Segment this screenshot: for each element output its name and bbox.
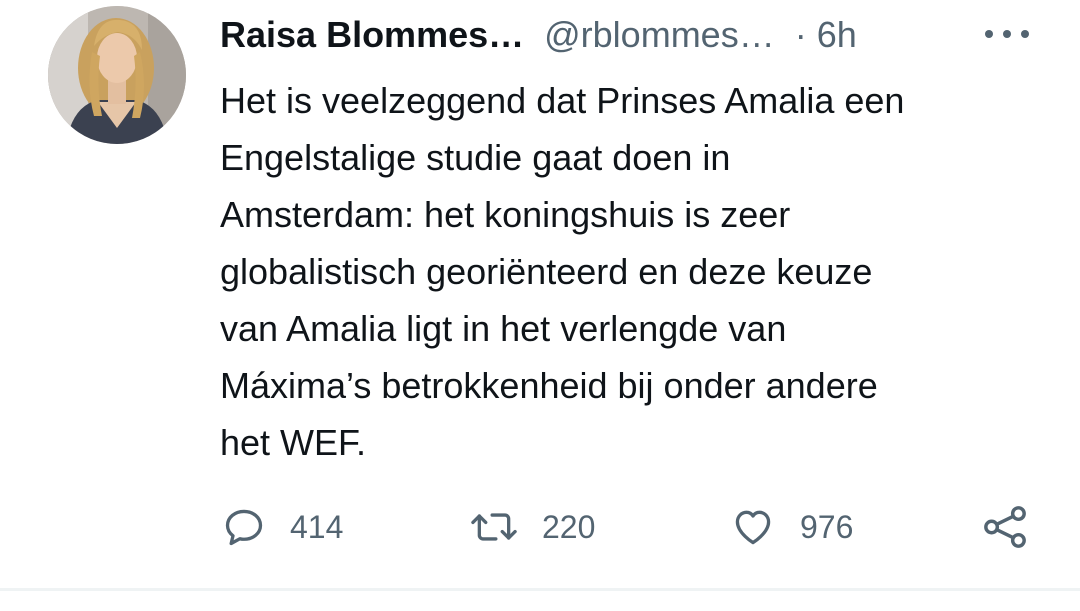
retweet-count: 220 [542, 508, 596, 545]
tweet-card[interactable]: Raisa Blommes… @rblommes… · 6h Het is ve… [0, 0, 1080, 611]
avatar-photo [48, 6, 186, 144]
tweet-text-line: globalistisch georiënteerd en deze keuze [220, 251, 873, 292]
retweet-icon [471, 513, 517, 541]
heart-icon [735, 510, 771, 545]
more-options-button[interactable] [985, 22, 1029, 46]
author-handle[interactable]: @rblommes… [544, 10, 775, 60]
tweet-header: Raisa Blommes… @rblommes… · 6h [220, 10, 857, 60]
like-button[interactable]: 976 [730, 502, 853, 552]
tweet-text-line: Het is veelzeggend dat Prinses Amalia ee… [220, 80, 905, 121]
tweet-text-line: Amsterdam: het koningshuis is zeer [220, 194, 791, 235]
reply-button[interactable]: 414 [222, 502, 343, 552]
tweet-timestamp[interactable]: 6h [817, 10, 857, 60]
separator-dot: · [794, 14, 807, 55]
retweet-button[interactable]: 220 [470, 502, 595, 552]
divider [0, 588, 1080, 591]
tweet-text-line: Máxima’s betrokkenheid bij onder andere [220, 365, 878, 406]
tweet-text-line: het WEF. [220, 422, 367, 463]
like-count: 976 [800, 508, 854, 545]
reply-icon [225, 509, 263, 546]
more-horizontal-icon [985, 30, 993, 38]
avatar[interactable] [48, 6, 186, 144]
tweet-text-line: van Amalia ligt in het verlengde van [220, 308, 787, 349]
share-icon [984, 506, 1026, 548]
share-button[interactable] [982, 502, 1028, 552]
tweet-actions: 414 220 976 [0, 502, 1080, 552]
tweet-text: Het is veelzeggend dat Prinses Amalia ee… [220, 72, 1050, 471]
tweet-text-line: Engelstalige studie gaat doen in [220, 137, 731, 178]
reply-count: 414 [290, 508, 344, 545]
author-name[interactable]: Raisa Blommes… [220, 10, 524, 60]
